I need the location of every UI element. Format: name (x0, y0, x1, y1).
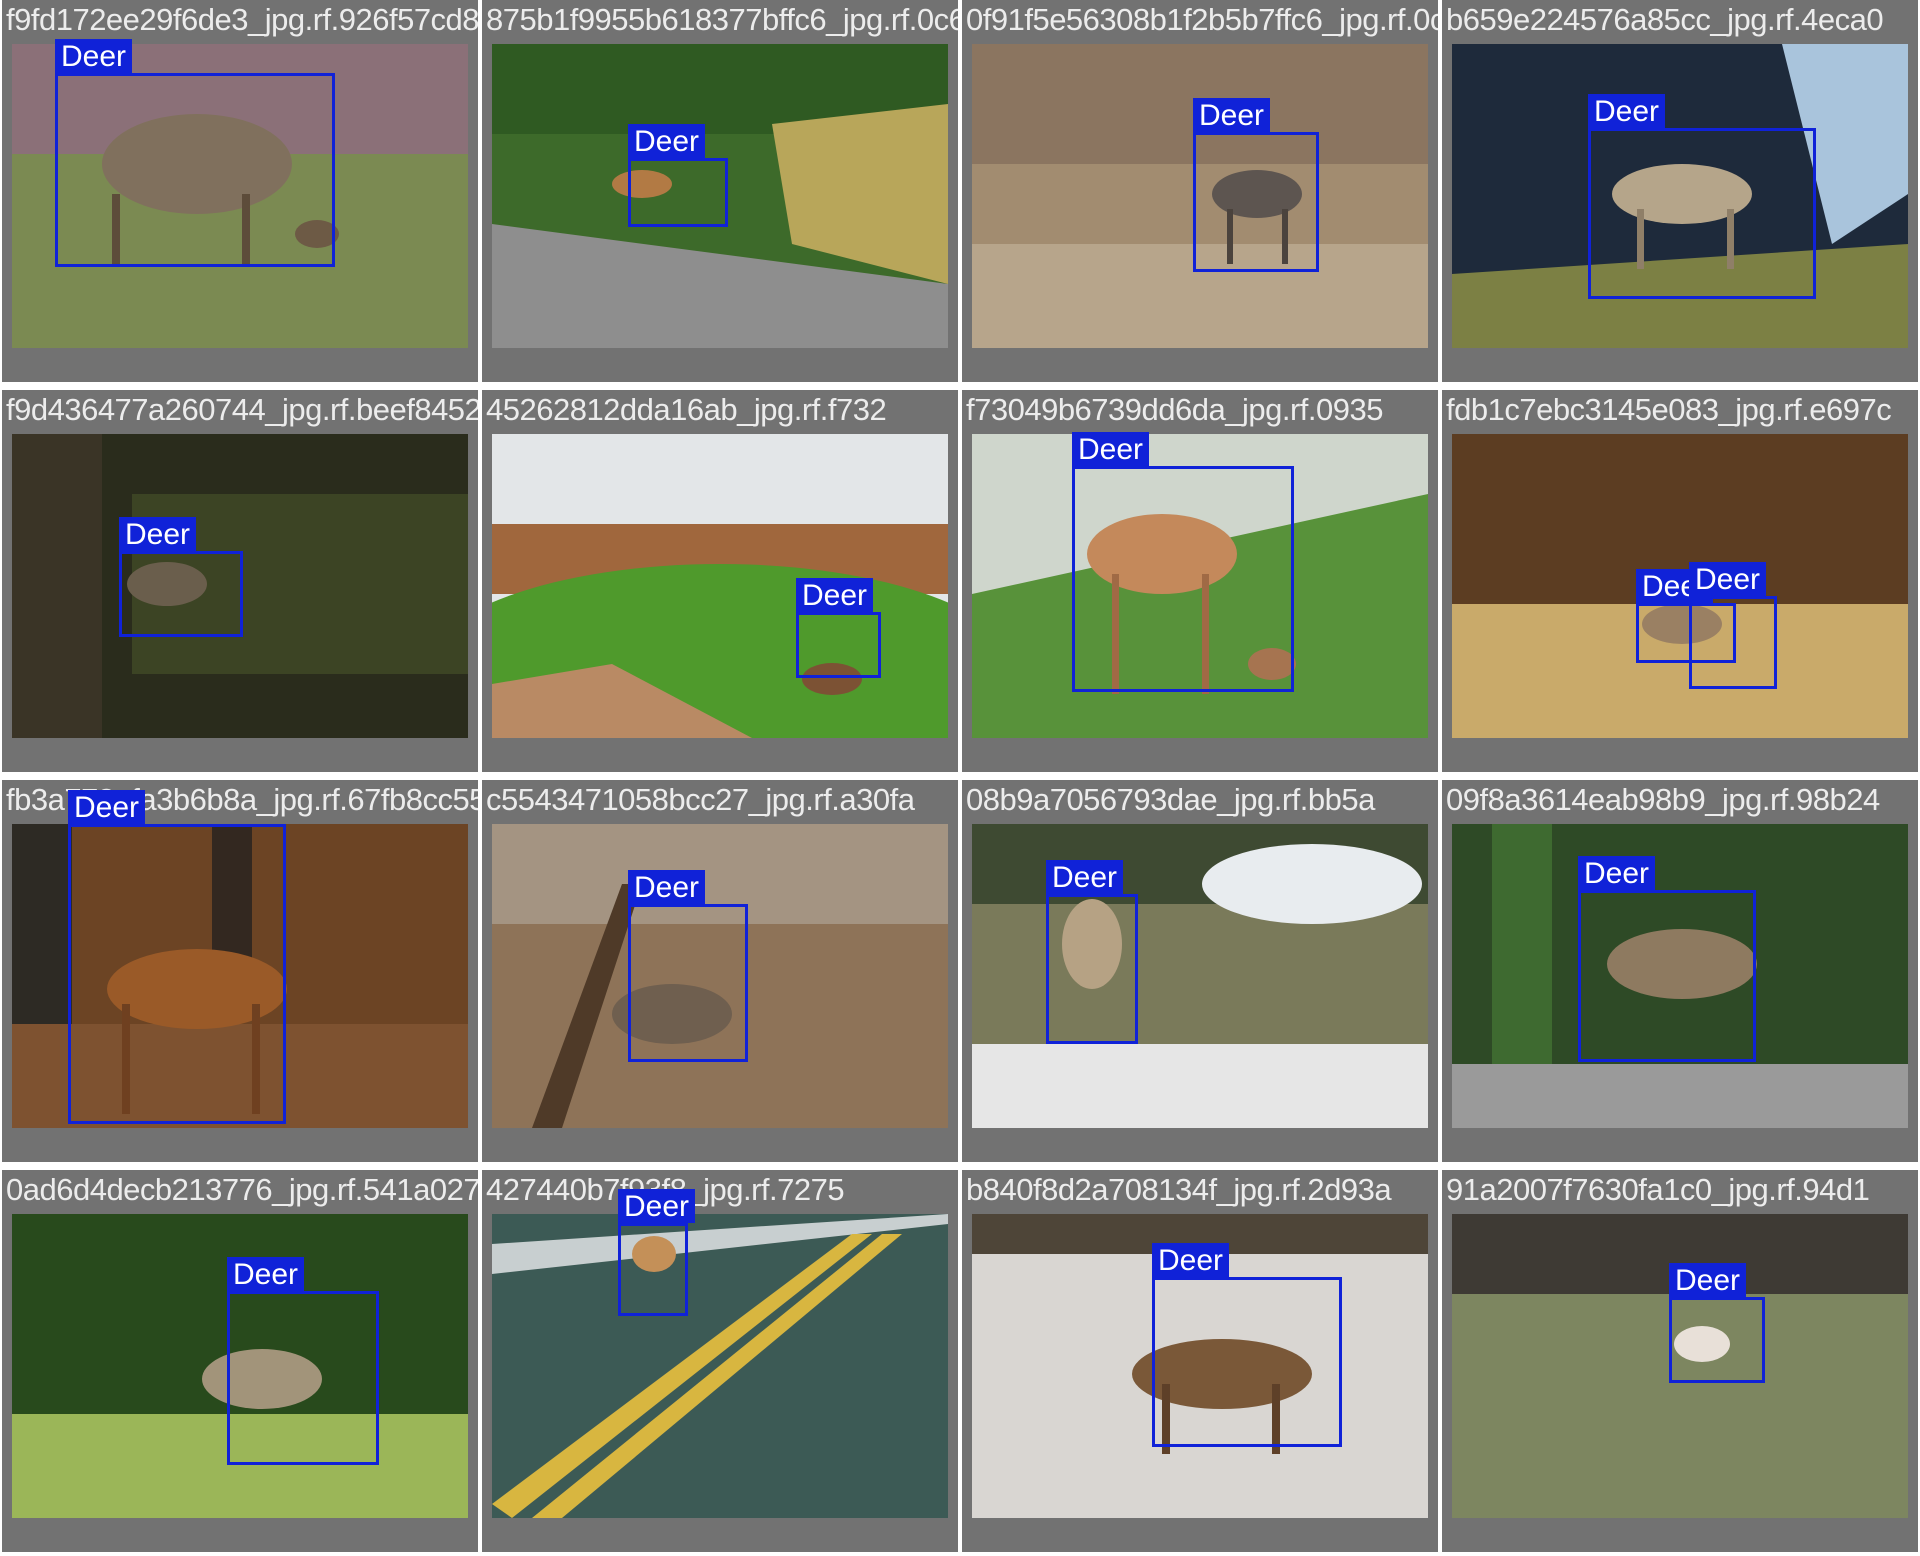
class-label: Deer (1152, 1243, 1230, 1277)
detection-box[interactable]: Deer (1152, 1243, 1342, 1447)
image-tile[interactable]: b659e224576a85cc_jpg.rf.4eca0 Deer (1442, 0, 1918, 382)
image-tile[interactable]: fdb1c7ebc3145e083_jpg.rf.e697c Deer Deer (1442, 390, 1918, 772)
class-label: Deer (1588, 94, 1666, 128)
image-tile[interactable]: b840f8d2a708134f_jpg.rf.2d93a Deer (962, 1170, 1438, 1552)
image-filename: fdb1c7ebc3145e083_jpg.rf.e697c (1446, 392, 1892, 427)
image-tile[interactable]: 91a2007f7630fa1c0_jpg.rf.94d1 Deer (1442, 1170, 1918, 1552)
detection-box[interactable]: Deer (55, 39, 335, 267)
class-label: Deer (55, 39, 133, 73)
image-filename: b659e224576a85cc_jpg.rf.4eca0 (1446, 2, 1884, 37)
deer-photo (492, 1214, 948, 1518)
class-label: Deer (1689, 562, 1767, 596)
class-label: Deer (618, 1189, 696, 1223)
image-filename: 08b9a7056793dae_jpg.rf.bb5a (966, 782, 1375, 817)
prediction-grid: f9fd172ee29f6de3_jpg.rf.926f57cd8475a3af… (0, 0, 1920, 1556)
image-filename: 0f91f5e56308b1f2b5b7ffc6_jpg.rf.0c61d (966, 2, 1438, 37)
detection-box[interactable]: Deer (68, 790, 286, 1124)
class-label: Deer (119, 517, 197, 551)
detection-box[interactable]: Deer (1193, 98, 1319, 272)
detection-box[interactable]: Deer (1578, 856, 1756, 1062)
image-tile[interactable]: 0f91f5e56308b1f2b5b7ffc6_jpg.rf.0c61d De… (962, 0, 1438, 382)
detection-box[interactable]: Deer (227, 1257, 379, 1465)
image-filename: f9fd172ee29f6de3_jpg.rf.926f57cd8475a3af… (6, 2, 478, 37)
detection-box[interactable]: Deer (1669, 1263, 1765, 1383)
image-filename: 91a2007f7630fa1c0_jpg.rf.94d1 (1446, 1172, 1870, 1207)
class-label: Deer (1046, 860, 1124, 894)
image-tile[interactable]: 08b9a7056793dae_jpg.rf.bb5a Deer (962, 780, 1438, 1162)
image-tile[interactable]: fb3a773afa3b6b8a_jpg.rf.67fb8cc554347105… (2, 780, 478, 1162)
detection-box[interactable]: Deer (1046, 860, 1138, 1044)
class-label: Deer (628, 870, 706, 904)
class-label: Deer (227, 1257, 305, 1291)
class-label: Deer (796, 578, 874, 612)
detection-box[interactable]: Deer (119, 517, 243, 637)
detection-box[interactable]: Deer (796, 578, 881, 678)
image-tile[interactable]: f73049b6739dd6da_jpg.rf.0935 Deer (962, 390, 1438, 772)
detection-box[interactable]: Deer (628, 124, 728, 227)
image-filename: 0ad6d4decb213776_jpg.rf.541a027440b7f93f… (6, 1172, 478, 1207)
class-label: Deer (1072, 432, 1150, 466)
detection-box[interactable]: Deer (1689, 562, 1777, 689)
image-filename: b840f8d2a708134f_jpg.rf.2d93a (966, 1172, 1392, 1207)
detection-box[interactable]: Deer (1072, 432, 1294, 692)
detection-box[interactable]: Deer (628, 870, 748, 1062)
class-label: Deer (1669, 1263, 1747, 1297)
deer-photo (492, 434, 948, 738)
class-label: Deer (1578, 856, 1656, 890)
image-filename: f9d436477a260744_jpg.rf.beef845262812d4a… (6, 392, 478, 427)
image-tile[interactable]: 875b1f9955b618377bffc6_jpg.rf.0c61d Deer (482, 0, 958, 382)
image-filename: 45262812dda16ab_jpg.rf.f732 (486, 392, 887, 427)
image-tile[interactable]: f9fd172ee29f6de3_jpg.rf.926f57cd8475a3af… (2, 0, 478, 382)
class-label: Deer (68, 790, 146, 824)
image-tile[interactable]: 09f8a3614eab98b9_jpg.rf.98b24 Deer (1442, 780, 1918, 1162)
detection-box[interactable]: Deer (618, 1189, 696, 1316)
image-tile[interactable]: f9d436477a260744_jpg.rf.beef845262812d4a… (2, 390, 478, 772)
image-tile[interactable]: 45262812dda16ab_jpg.rf.f732 Deer (482, 390, 958, 772)
deer-photo (972, 824, 1428, 1128)
class-label: Deer (1193, 98, 1271, 132)
image-filename: 875b1f9955b618377bffc6_jpg.rf.0c61d (486, 2, 958, 37)
class-label: Deer (628, 124, 706, 158)
image-filename: 09f8a3614eab98b9_jpg.rf.98b24 (1446, 782, 1880, 817)
image-tile[interactable]: 0ad6d4decb213776_jpg.rf.541a027440b7f93f… (2, 1170, 478, 1552)
image-filename: c5543471058bcc27_jpg.rf.a30fa (486, 782, 915, 817)
image-tile[interactable]: 427440b7f93f8_jpg.rf.7275 Deer (482, 1170, 958, 1552)
image-tile[interactable]: c5543471058bcc27_jpg.rf.a30fa Deer (482, 780, 958, 1162)
image-filename: f73049b6739dd6da_jpg.rf.0935 (966, 392, 1383, 427)
detection-box[interactable]: Deer (1588, 94, 1816, 299)
